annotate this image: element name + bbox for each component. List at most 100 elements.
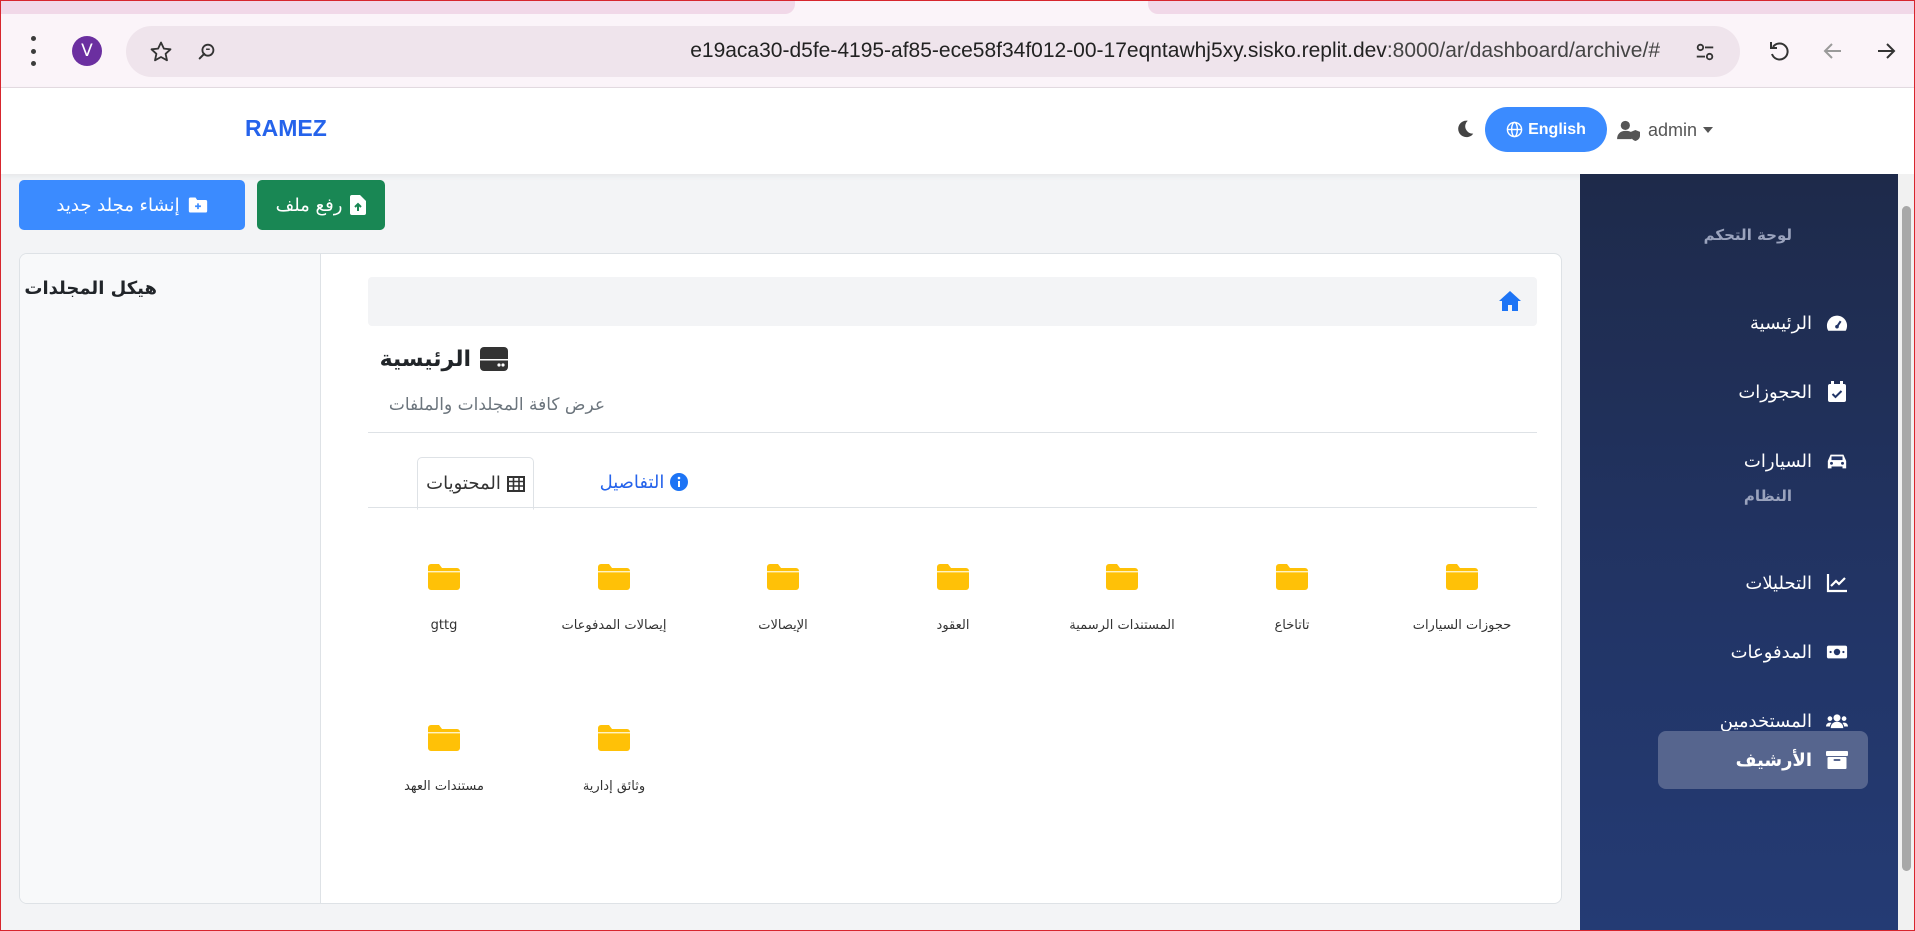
url-text[interactable]: e19aca30-d5fe-4195-af85-ece58f34f012-00-… <box>690 39 1660 63</box>
moon-icon[interactable] <box>1454 118 1476 140</box>
folder-name: حجوزات السيارات <box>1412 618 1512 633</box>
search-lens-icon[interactable] <box>194 39 220 65</box>
folder-name: العقود <box>936 618 970 633</box>
upload-file-button[interactable]: رفع ملف <box>257 180 385 230</box>
user-name: admin <box>1648 119 1698 140</box>
calendar-check-icon <box>1826 381 1848 403</box>
folder-icon <box>1446 564 1478 590</box>
browser-tab[interactable] <box>1148 0 1915 14</box>
divider <box>368 432 1537 433</box>
folder-item[interactable]: العقود <box>878 564 1028 674</box>
forward-arrow-icon[interactable] <box>1871 36 1901 66</box>
sidebar-item-label: المدفوعات <box>1730 641 1812 663</box>
reload-icon[interactable] <box>1764 36 1794 66</box>
car-icon <box>1826 450 1848 472</box>
folder-item[interactable]: مستندات العهد <box>369 725 519 835</box>
folder-name: مستندات العهد <box>404 779 484 794</box>
language-button[interactable]: English <box>1485 107 1607 152</box>
sidebar-item-home[interactable]: الرئيسية <box>1658 295 1868 351</box>
page-title-text: الرئيسية <box>379 346 471 372</box>
url-path: :8000/ar/dashboard/archive/# <box>1386 39 1660 62</box>
back-arrow-icon[interactable] <box>1818 36 1848 66</box>
folder-name: تاتاخاع <box>1274 618 1310 633</box>
folder-name: إيصالات المدفوعات <box>561 618 667 633</box>
home-icon[interactable] <box>1498 290 1522 312</box>
profile-avatar[interactable]: V <box>72 36 102 66</box>
folder-tree-title: هيكل المجلدات <box>24 278 157 299</box>
caret-down-icon <box>1703 127 1714 133</box>
browser-tab[interactable] <box>0 0 795 14</box>
upload-file-label: رفع ملف <box>275 194 343 216</box>
folder-icon <box>598 725 630 751</box>
archive-box-icon <box>1826 749 1848 771</box>
money-bill-icon <box>1826 641 1848 663</box>
page-scrollbar[interactable] <box>1898 174 1915 931</box>
tab-details-label: التفاصيل <box>599 471 665 493</box>
more-vert-icon[interactable] <box>24 36 42 66</box>
folder-icon <box>1276 564 1308 590</box>
create-folder-button[interactable]: إنشاء مجلد جديد <box>19 180 245 230</box>
user-shield-icon <box>1617 120 1640 141</box>
chart-line-icon <box>1826 572 1848 594</box>
sidebar: لوحة التحكم الرئيسية الحجوزات السيارات ا… <box>1580 174 1898 931</box>
folder-item[interactable]: وثائق إدارية <box>539 725 689 835</box>
archive-card: هيكل المجلدات الرئيسية عرض كافة المجلدات… <box>19 253 1562 904</box>
avatar-letter: V <box>81 41 93 61</box>
page-subtitle: عرض كافة المجلدات والملفات <box>388 395 605 415</box>
app-header: RAMEZ English admin <box>0 88 1915 174</box>
tab-contents[interactable]: المحتويات <box>417 457 534 510</box>
dashboard-gauge-icon <box>1826 312 1848 334</box>
folder-item[interactable]: الإيصالات <box>708 564 858 674</box>
tabs-divider <box>368 507 1537 508</box>
folder-name: وثائق إدارية <box>582 779 646 794</box>
sidebar-item-label: الرئيسية <box>1750 312 1812 334</box>
sidebar-item-label: السيارات <box>1743 450 1812 472</box>
scrollbar-thumb[interactable] <box>1902 206 1911 871</box>
folder-icon <box>428 725 460 751</box>
sidebar-item-label: الأرشيف <box>1735 749 1812 771</box>
sidebar-item-analytics[interactable]: التحليلات <box>1658 555 1868 611</box>
star-icon[interactable] <box>148 39 174 65</box>
folder-item[interactable]: إيصالات المدفوعات <box>539 564 689 674</box>
page-title: الرئيسية <box>380 346 509 372</box>
address-bar[interactable]: e19aca30-d5fe-4195-af85-ece58f34f012-00-… <box>126 26 1740 77</box>
browser-toolbar: V e19aca30-d5fe-4195-af85-ece58f34f012-0… <box>0 0 1915 88</box>
table-grid-icon <box>506 475 525 492</box>
folder-item[interactable]: تاتاخاع <box>1217 564 1367 674</box>
folder-icon <box>1106 564 1138 590</box>
sidebar-item-label: التحليلات <box>1745 572 1812 594</box>
folder-item[interactable]: حجوزات السيارات <box>1387 564 1537 674</box>
folder-tree-panel: هيكل المجلدات <box>20 254 321 903</box>
file-upload-icon <box>350 195 367 215</box>
folder-icon <box>428 564 460 590</box>
language-label: English <box>1528 120 1586 138</box>
users-icon <box>1826 710 1848 732</box>
sidebar-item-cars[interactable]: السيارات <box>1658 433 1868 489</box>
tab-details[interactable]: التفاصيل <box>589 457 699 507</box>
folder-icon <box>767 564 799 590</box>
sidebar-item-archive[interactable]: الأرشيف <box>1658 731 1868 789</box>
url-host: e19aca30-d5fe-4195-af85-ece58f34f012-00-… <box>690 39 1387 62</box>
tab-contents-label: المحتويات <box>426 473 501 494</box>
folder-item[interactable]: المستندات الرسمية <box>1047 564 1197 674</box>
sidebar-section-dashboard: لوحة التحكم <box>1703 226 1792 244</box>
folder-plus-icon <box>188 197 207 213</box>
user-menu[interactable]: admin <box>1616 116 1714 144</box>
tune-icon[interactable] <box>1692 39 1718 65</box>
folder-name: gttg <box>430 618 458 633</box>
create-folder-label: إنشاء مجلد جديد <box>56 194 180 216</box>
folder-name: المستندات الرسمية <box>1069 618 1175 633</box>
folder-icon <box>598 564 630 590</box>
sidebar-item-label: المستخدمين <box>1719 710 1812 732</box>
sidebar-section-system: النظام <box>1743 487 1792 505</box>
hard-drive-icon <box>480 347 508 371</box>
folder-icon <box>937 564 969 590</box>
sidebar-item-payments[interactable]: المدفوعات <box>1658 624 1868 680</box>
folder-item[interactable]: gttg <box>369 564 519 674</box>
tab-strip <box>0 0 1915 16</box>
info-circle-icon <box>670 473 689 491</box>
folder-name: الإيصالات <box>758 618 808 633</box>
sidebar-item-bookings[interactable]: الحجوزات <box>1658 364 1868 420</box>
brand-logo[interactable]: RAMEZ <box>245 115 327 142</box>
breadcrumb <box>368 277 1537 326</box>
